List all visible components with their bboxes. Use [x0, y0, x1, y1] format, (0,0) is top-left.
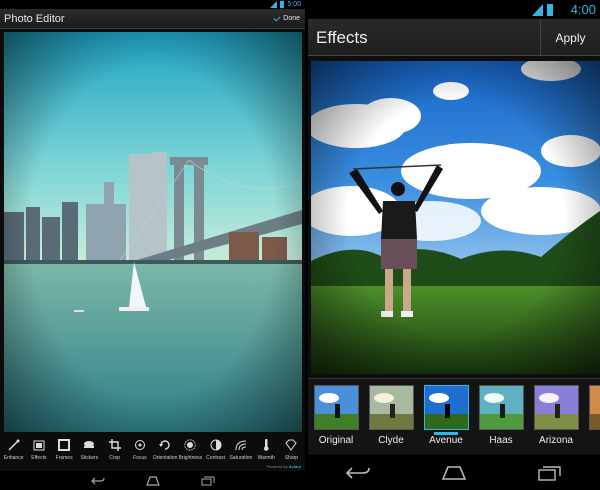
apply-label: Apply [555, 30, 586, 45]
crop-icon [108, 438, 122, 452]
orientation-icon [158, 438, 172, 452]
tool-contrast[interactable]: Contrast [203, 436, 228, 463]
focus-icon [133, 438, 147, 452]
home-icon [441, 465, 467, 480]
action-bar: Effects Apply [308, 19, 600, 56]
back-button[interactable] [343, 463, 373, 483]
effects-screen: 4:00 Effects Apply Original Clyde Avenue… [308, 0, 600, 490]
effect-avenue[interactable]: Avenue [422, 385, 470, 448]
signal-icon [270, 1, 277, 8]
battery-icon [280, 1, 284, 8]
effect-thumbnail [533, 385, 579, 430]
battery-icon [547, 4, 553, 16]
tool-bar: Enhance Effects Frames Stickers Crop Foc… [0, 436, 305, 463]
back-button[interactable] [88, 475, 108, 487]
tool-effects[interactable]: Effects [26, 436, 51, 463]
wand-icon [7, 438, 21, 452]
frame-icon [57, 438, 71, 452]
tool-orientation[interactable]: Orientation [153, 436, 178, 463]
apply-button[interactable]: Apply [540, 19, 600, 56]
tool-enhance[interactable]: Enhance [1, 436, 26, 463]
sticker-icon [82, 438, 96, 452]
photo-canvas[interactable] [4, 32, 302, 432]
tool-frames[interactable]: Frames [52, 436, 77, 463]
recents-icon [201, 476, 214, 485]
diamond-icon [284, 438, 298, 452]
saturation-icon [234, 438, 248, 452]
tool-sharpness[interactable]: Sharp [279, 436, 304, 463]
photo-preview[interactable] [311, 61, 600, 374]
action-bar: Photo Editor Done [0, 9, 305, 29]
tool-focus[interactable]: Focus [127, 436, 152, 463]
recents-button[interactable] [198, 475, 218, 487]
contrast-icon [209, 438, 223, 452]
tool-brightness[interactable]: Brightness [178, 436, 203, 463]
selected-indicator [434, 432, 458, 435]
done-button[interactable]: Done [273, 9, 300, 29]
back-icon [90, 477, 105, 484]
tool-warmth[interactable]: Warmth [254, 436, 279, 463]
effect-more[interactable] [587, 385, 600, 430]
tool-stickers[interactable]: Stickers [77, 436, 102, 463]
recents-icon [538, 465, 561, 481]
tool-saturation[interactable]: Saturation [228, 436, 253, 463]
tool-crop[interactable]: Crop [102, 436, 127, 463]
home-button[interactable] [439, 463, 469, 483]
effect-arizona[interactable]: Arizona [532, 385, 580, 448]
status-time: 5:00 [287, 1, 301, 8]
effect-thumbnail [588, 385, 600, 430]
effect-clyde[interactable]: Clyde [367, 385, 415, 448]
home-icon [145, 475, 160, 486]
home-button[interactable] [143, 475, 163, 487]
effect-thumbnail [478, 385, 524, 430]
aviary-logo: Aviary [288, 464, 301, 469]
powered-by: Powered by Aviary [266, 464, 301, 469]
done-label: Done [283, 15, 300, 22]
effect-original[interactable]: Original [312, 385, 360, 448]
app-title: Photo Editor [4, 13, 65, 25]
page-title: Effects [316, 28, 368, 47]
effects-icon [32, 438, 46, 452]
man-on-field-photo [311, 61, 600, 374]
nav-bar [0, 471, 305, 490]
check-icon [273, 14, 281, 22]
recents-button[interactable] [535, 463, 565, 483]
effects-strip: Original Clyde Avenue Haas Arizona [308, 378, 600, 454]
photo-editor-screen: 5:00 Photo Editor Done Enhance Effects F… [0, 0, 305, 490]
brooklyn-bridge-photo [4, 32, 302, 432]
effect-thumbnail [313, 385, 359, 430]
brightness-icon [183, 438, 197, 452]
nav-bar [308, 455, 600, 490]
effect-thumbnail [423, 385, 469, 430]
signal-icon [532, 4, 543, 16]
status-bar: 4:00 [308, 0, 600, 19]
effect-thumbnail [368, 385, 414, 430]
effect-haas[interactable]: Haas [477, 385, 525, 448]
status-bar: 5:00 [0, 0, 305, 9]
thermometer-icon [259, 438, 273, 452]
back-icon [345, 466, 370, 479]
status-time: 4:00 [570, 2, 596, 17]
